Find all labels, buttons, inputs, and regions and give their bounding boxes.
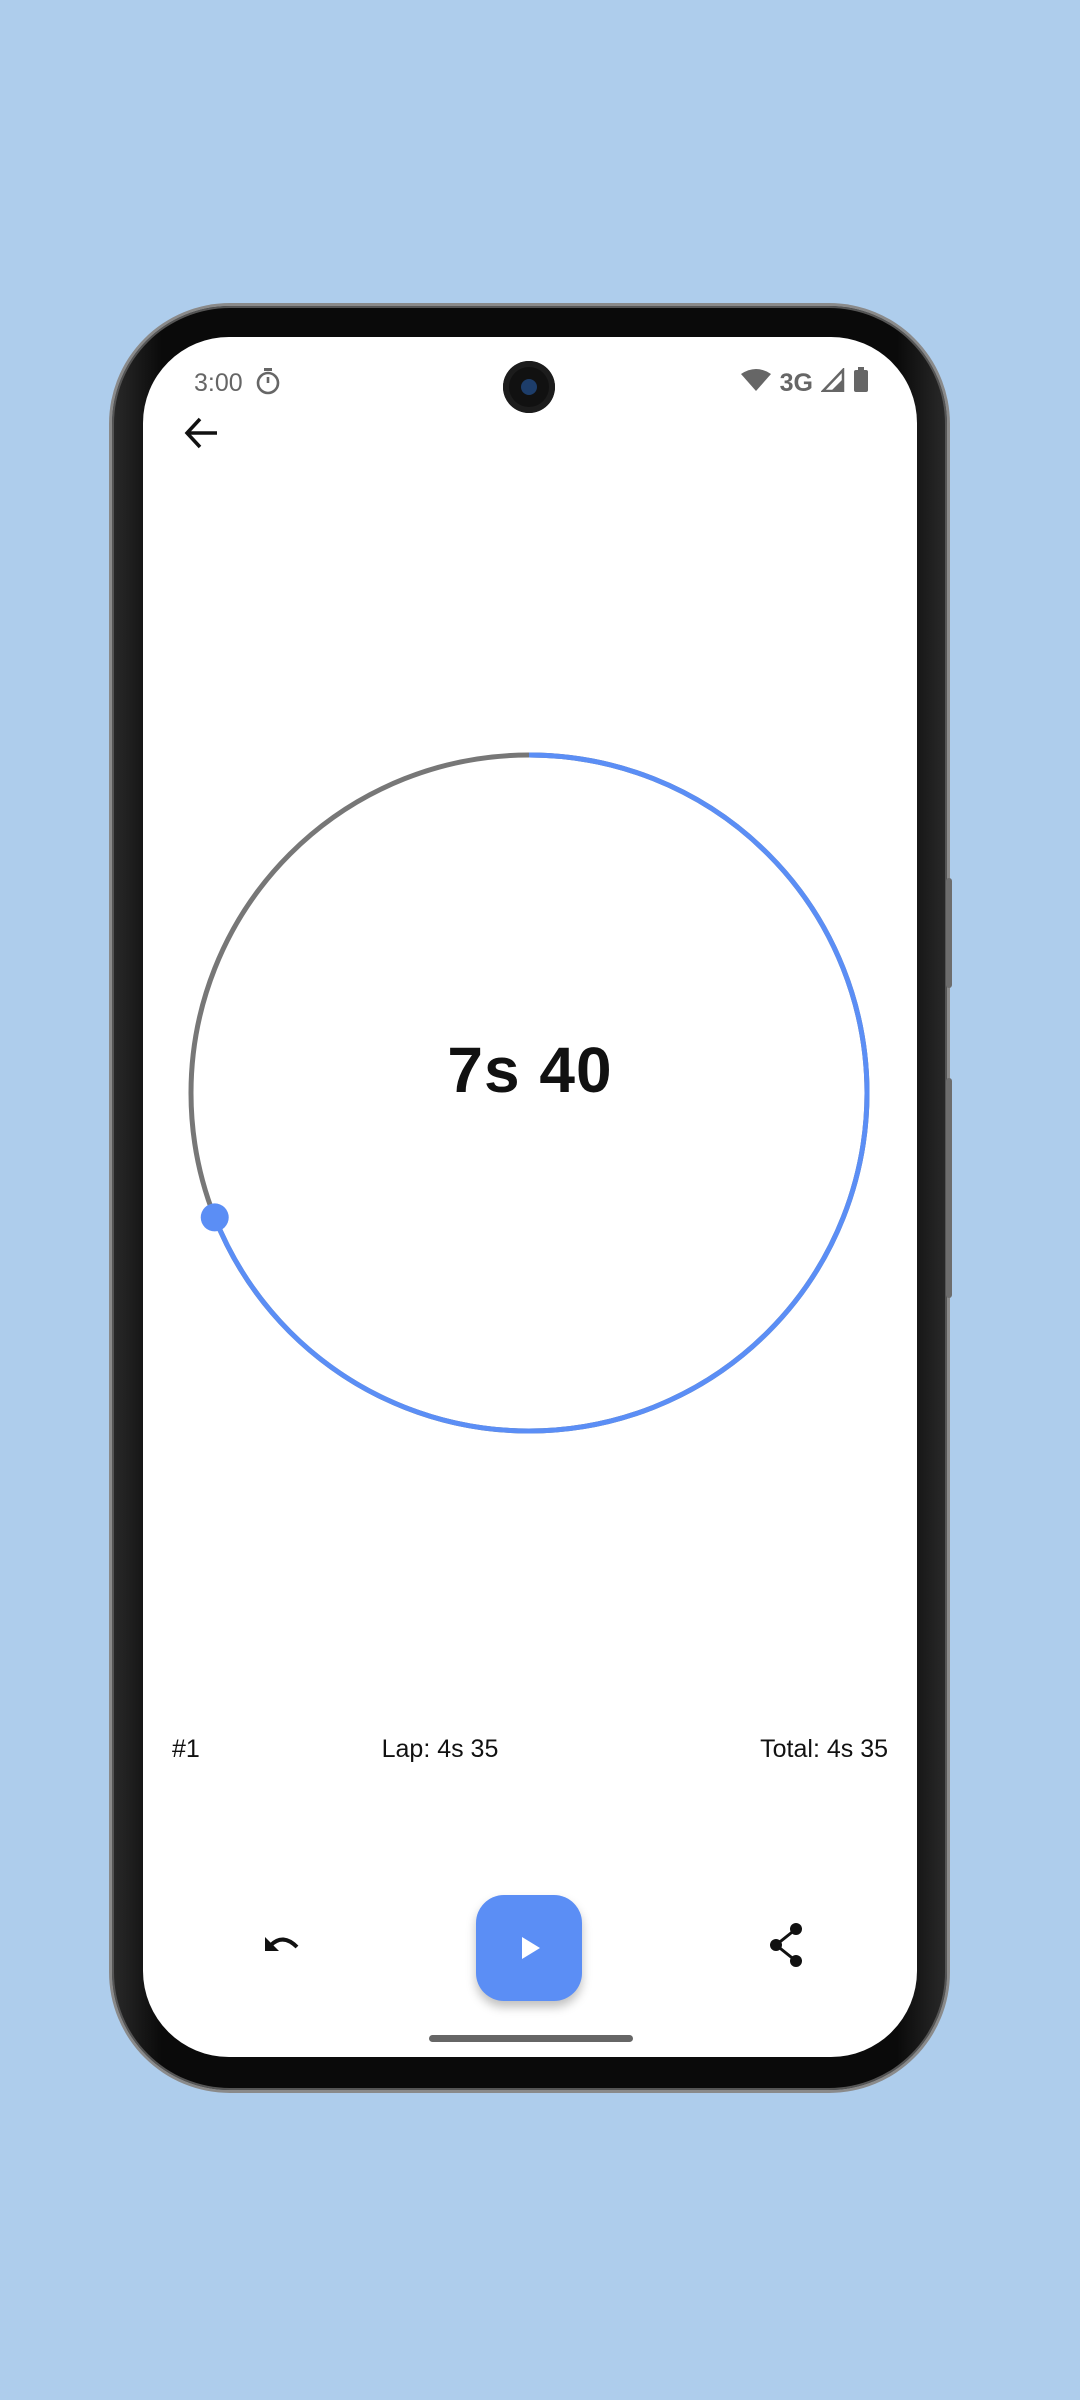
stopwatch-dial — [188, 752, 870, 1434]
app-screen: 3:00 3G 7s 40 #1 Lap: 4s 35 Total: 4s 35 — [143, 337, 917, 2057]
lap-total: Total: 4s 35 — [760, 1735, 888, 1763]
reset-button[interactable] — [253, 1915, 313, 1975]
share-button[interactable] — [756, 1915, 816, 1975]
undo-icon — [265, 1937, 299, 1951]
side-button-power — [946, 878, 952, 988]
home-indicator — [429, 2035, 633, 2042]
side-button-volume — [946, 1078, 952, 1298]
dial-handle[interactable] — [200, 1203, 229, 1232]
play-button[interactable] — [476, 1895, 582, 2001]
play-icon — [522, 1937, 540, 1959]
lap-row: #1 Lap: 4s 35 Total: 4s 35 — [143, 1735, 917, 1775]
share-icon — [770, 1923, 802, 1967]
lap-time: Lap: 4s 35 — [381, 1735, 499, 1763]
elapsed-time: 7s 40 — [447, 1034, 613, 1106]
